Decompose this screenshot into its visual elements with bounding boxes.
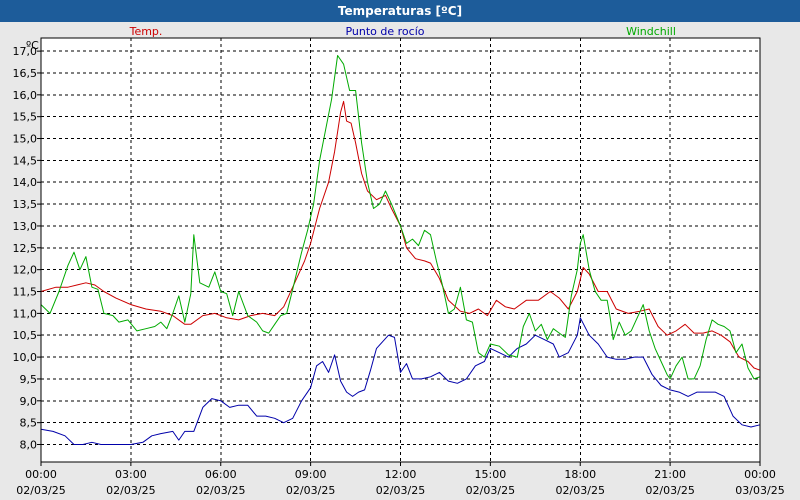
x-tick-date: 03/03/25 — [735, 484, 784, 497]
y-tick-label: 8,5 — [20, 417, 38, 430]
y-tick-label: 14,0 — [13, 176, 38, 189]
x-tick-time: 21:00 — [654, 468, 686, 481]
y-tick-label: 11,5 — [13, 286, 38, 299]
y-tick-label: 8,0 — [20, 439, 38, 452]
y-tick-label: 13,5 — [13, 198, 38, 211]
y-tick-label: 16,5 — [13, 67, 38, 80]
y-tick-label: 10,5 — [13, 329, 38, 342]
legend-item: Temp. — [129, 25, 163, 38]
x-tick-time: 18:00 — [564, 468, 596, 481]
y-axis-unit: ºC — [26, 39, 39, 52]
y-tick-label: 9,0 — [20, 395, 38, 408]
y-tick-label: 10,0 — [13, 351, 38, 364]
x-tick-date: 02/03/25 — [16, 484, 65, 497]
x-tick-date: 02/03/25 — [286, 484, 335, 497]
x-tick-time: 00:00 — [25, 468, 57, 481]
x-tick-time: 06:00 — [205, 468, 237, 481]
x-tick-date: 02/03/25 — [645, 484, 694, 497]
legend-item: Windchill — [626, 25, 676, 38]
y-tick-label: 9,5 — [20, 373, 38, 386]
x-tick-date: 02/03/25 — [466, 484, 515, 497]
x-tick-time: 03:00 — [115, 468, 147, 481]
x-tick-time: 12:00 — [385, 468, 417, 481]
x-tick-time: 09:00 — [295, 468, 327, 481]
x-tick-date: 02/03/25 — [376, 484, 425, 497]
y-tick-label: 12,0 — [13, 264, 38, 277]
x-tick-date: 02/03/25 — [196, 484, 245, 497]
x-tick-date: 02/03/25 — [556, 484, 605, 497]
y-tick-label: 12,5 — [13, 242, 38, 255]
x-tick-time: 15:00 — [475, 468, 507, 481]
y-tick-label: 11,0 — [13, 307, 38, 320]
temperature-chart: 8,0 8,5 9,0 9,5 10,0 10,5 11,0 11,5 12,0 12,5 13,0… — [13, 25, 785, 497]
legend-item: Punto de rocío — [345, 25, 424, 38]
x-tick-time: 00:00 — [744, 468, 776, 481]
y-tick-label: 14,5 — [13, 154, 38, 167]
y-tick-label: 15,5 — [13, 111, 38, 124]
y-tick-label: 16,0 — [13, 89, 38, 102]
y-tick-label: 15,0 — [13, 133, 38, 146]
y-tick-label: 13,0 — [13, 220, 38, 233]
x-tick-date: 02/03/25 — [106, 484, 155, 497]
